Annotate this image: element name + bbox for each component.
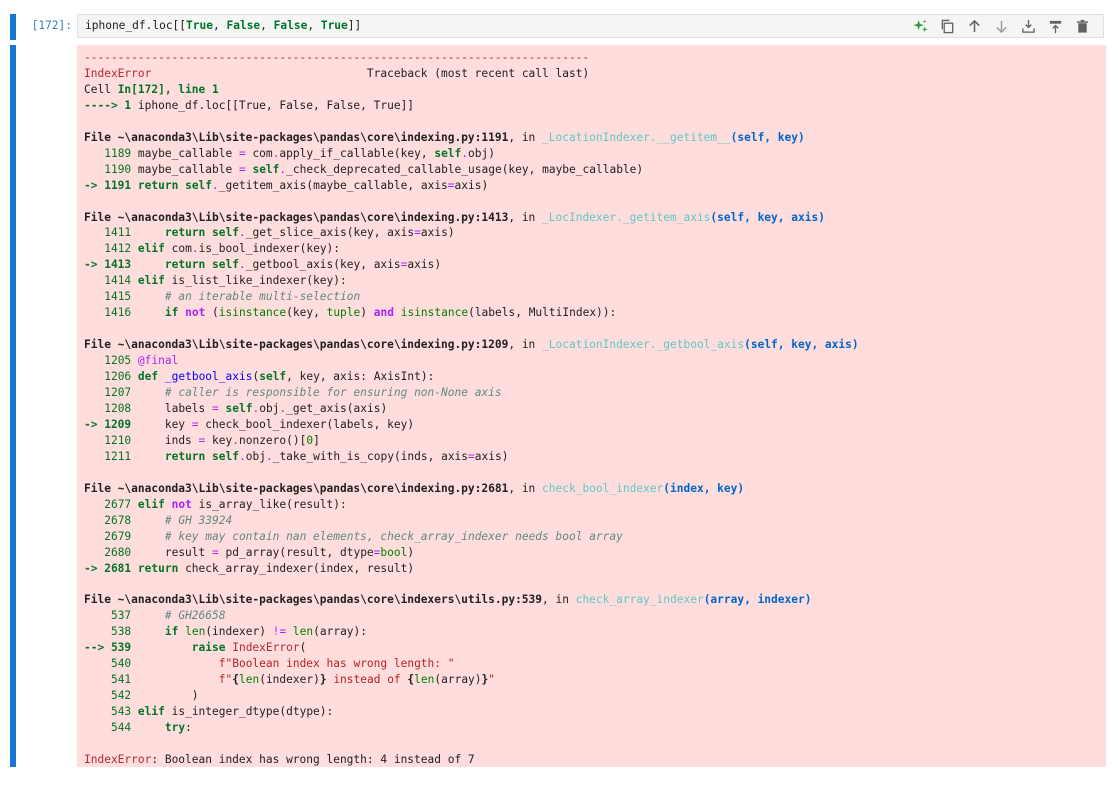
input-cell-collapser[interactable] <box>10 14 16 40</box>
traceback-text: ----------------------------------------… <box>84 51 859 766</box>
move-up-icon[interactable] <box>964 18 985 35</box>
move-down-icon[interactable] <box>991 18 1012 35</box>
error-output: ----------------------------------------… <box>77 45 1106 767</box>
duplicate-icon[interactable] <box>937 18 958 35</box>
execution-count-prompt: [172]: <box>31 19 72 32</box>
delete-icon[interactable] <box>1072 18 1093 35</box>
sparkle-icon[interactable] <box>910 18 931 35</box>
code-line: iphone_df.loc[[True, False, False, True]… <box>85 19 362 32</box>
cell-toolbar <box>910 18 1093 35</box>
code-input-editor[interactable]: iphone_df.loc[[True, False, False, True]… <box>77 14 1104 38</box>
insert-above-icon[interactable] <box>1018 18 1039 35</box>
output-cell-collapser[interactable] <box>10 45 16 767</box>
insert-below-icon[interactable] <box>1045 18 1066 35</box>
